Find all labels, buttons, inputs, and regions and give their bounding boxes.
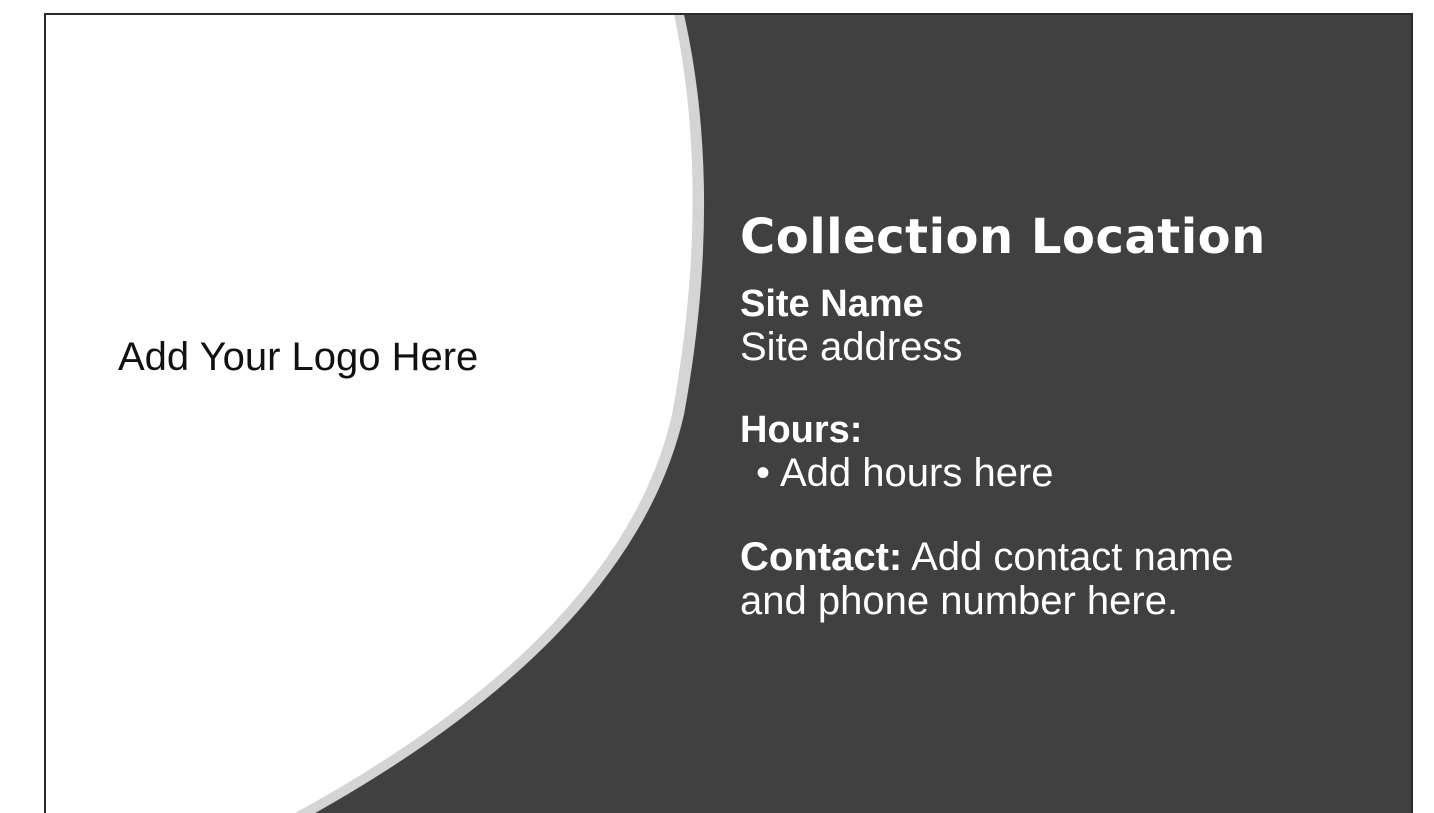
contact-text-1: Add contact name [902, 535, 1234, 579]
bullet-icon: • [756, 451, 771, 495]
hours-list-item: • Add hours here [740, 451, 1266, 495]
site-address: Site address [740, 325, 963, 369]
slide: Add Your Logo Here Collection Location S… [44, 13, 1413, 813]
logo-placeholder: Add Your Logo Here [118, 335, 479, 379]
site-name: Site Name [740, 283, 924, 325]
hours-heading: Hours: [740, 409, 863, 451]
location-details: Collection Location Site Name Site addre… [740, 205, 1266, 623]
contact-label: Contact: [740, 535, 903, 579]
contact-line-2: and phone number here. [740, 579, 1179, 623]
contact-line-1: Contact: Add contact name [740, 535, 1266, 579]
hours-item-text: Add hours here [780, 451, 1054, 495]
slide-title: Collection Location [740, 209, 1266, 265]
